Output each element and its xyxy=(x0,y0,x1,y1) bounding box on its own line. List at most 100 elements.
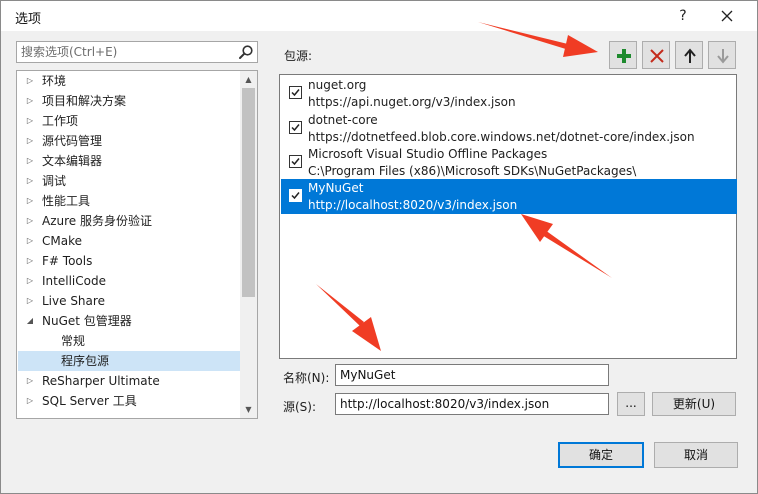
checkbox-check-icon xyxy=(291,192,300,200)
move-down-icon xyxy=(717,49,729,64)
enabled-checkbox[interactable] xyxy=(289,121,302,134)
expand-arrow-icon[interactable]: ▷ xyxy=(25,111,35,131)
tree-item-label: 性能工具 xyxy=(42,194,91,208)
expand-arrow-icon[interactable]: ▷ xyxy=(25,91,35,111)
tree-item-debugging[interactable]: ▷ 调试 xyxy=(18,171,240,191)
expand-arrow-icon[interactable]: ▷ xyxy=(25,231,35,251)
tree-item-projects-solutions[interactable]: ▷ 项目和解决方案 xyxy=(18,91,240,111)
source-url: https://dotnetfeed.blob.core.windows.net… xyxy=(308,130,695,144)
scrollbar-thumb[interactable] xyxy=(242,88,255,297)
collapse-arrow-icon[interactable]: ◢ xyxy=(25,311,35,331)
expand-arrow-icon[interactable]: ▷ xyxy=(25,171,35,191)
cancel-button[interactable]: 取消 xyxy=(654,442,738,468)
search-input[interactable] xyxy=(17,42,235,62)
search-box[interactable] xyxy=(16,41,258,63)
checkbox-check-icon xyxy=(291,124,300,132)
tree-item-label: 文本编辑器 xyxy=(42,154,103,168)
enabled-checkbox[interactable] xyxy=(289,189,302,202)
tree-item-azure-auth[interactable]: ▷ Azure 服务身份验证 xyxy=(18,211,240,231)
source-name: dotnet-core xyxy=(308,113,378,127)
enabled-checkbox[interactable] xyxy=(289,86,302,99)
tree-item-general[interactable]: 常规 xyxy=(18,331,240,351)
options-tree[interactable]: ▷ 环境 ▷ 项目和解决方案 ▷ 工作项 ▷ 源代码管理 ▷ 文本编辑器 ▷ 调… xyxy=(16,70,258,419)
close-button[interactable] xyxy=(715,5,739,27)
checkbox-check-icon xyxy=(291,89,300,97)
checkbox-check-icon xyxy=(291,158,300,166)
tree-item-label: ReSharper Ultimate xyxy=(42,374,160,388)
expand-arrow-icon[interactable]: ▷ xyxy=(25,391,35,411)
name-field[interactable] xyxy=(335,364,609,386)
tree-item-intellicode[interactable]: ▷ IntelliCode xyxy=(18,271,240,291)
tree-item-label: CMake xyxy=(42,234,82,248)
package-source-list[interactable]: nuget.org https://api.nuget.org/v3/index… xyxy=(279,74,737,359)
tree-item-work-items[interactable]: ▷ 工作项 xyxy=(18,111,240,131)
source-name: nuget.org xyxy=(308,78,367,92)
update-button[interactable]: 更新(U) xyxy=(652,392,736,416)
expand-arrow-icon[interactable]: ▷ xyxy=(25,211,35,231)
package-source-item-selected[interactable]: MyNuGet http://localhost:8020/v3/index.j… xyxy=(281,179,737,214)
scroll-down-icon[interactable]: ▼ xyxy=(240,401,257,418)
browse-button[interactable]: ... xyxy=(617,392,645,416)
remove-source-button[interactable] xyxy=(642,41,670,69)
source-label: 源(S): xyxy=(283,400,317,414)
expand-arrow-icon[interactable]: ▷ xyxy=(25,291,35,311)
package-source-item[interactable]: dotnet-core https://dotnetfeed.blob.core… xyxy=(281,111,737,146)
name-label: 名称(N): xyxy=(283,371,330,385)
source-name: MyNuGet xyxy=(308,181,364,195)
expand-arrow-icon[interactable]: ▷ xyxy=(25,271,35,291)
tree-item-label: 程序包源 xyxy=(61,354,110,368)
tree-item-label: 源代码管理 xyxy=(42,134,103,148)
ok-button[interactable]: 确定 xyxy=(558,442,644,468)
source-name: Microsoft Visual Studio Offline Packages xyxy=(308,147,548,161)
tree-item-label: IntelliCode xyxy=(42,274,106,288)
source-input[interactable] xyxy=(336,394,608,414)
tree-item-label: 工作项 xyxy=(42,114,79,128)
package-source-item[interactable]: nuget.org https://api.nuget.org/v3/index… xyxy=(281,76,737,111)
source-url: C:\Program Files (x86)\Microsoft SDKs\Nu… xyxy=(308,164,637,178)
scroll-up-icon[interactable]: ▲ xyxy=(240,71,257,88)
tree-scrollbar[interactable]: ▲ ▼ xyxy=(240,71,257,418)
expand-arrow-icon[interactable]: ▷ xyxy=(25,371,35,391)
tree-item-fsharp-tools[interactable]: ▷ F# Tools xyxy=(18,251,240,271)
name-input[interactable] xyxy=(336,365,608,385)
window-title: 选项 xyxy=(15,12,42,27)
add-icon xyxy=(617,49,631,63)
tree-item-live-share[interactable]: ▷ Live Share xyxy=(18,291,240,311)
tree-item-label: Live Share xyxy=(42,294,105,308)
expand-arrow-icon[interactable]: ▷ xyxy=(25,251,35,271)
add-source-button[interactable] xyxy=(609,41,637,69)
source-url: https://api.nuget.org/v3/index.json xyxy=(308,95,516,109)
tree-item-label: 常规 xyxy=(61,334,86,348)
remove-icon xyxy=(650,49,664,63)
tree-item-nuget-package-manager[interactable]: ◢ NuGet 包管理器 xyxy=(18,311,240,331)
close-icon xyxy=(721,10,733,22)
expand-arrow-icon[interactable]: ▷ xyxy=(25,71,35,91)
enabled-checkbox[interactable] xyxy=(289,155,302,168)
tree-item-environment[interactable]: ▷ 环境 xyxy=(18,71,240,91)
help-button[interactable]: ? xyxy=(671,5,695,27)
tree-item-package-sources[interactable]: 程序包源 xyxy=(18,351,240,371)
tree-item-label: 项目和解决方案 xyxy=(42,94,127,108)
tree-item-label: 调试 xyxy=(42,174,67,188)
package-source-item[interactable]: Microsoft Visual Studio Offline Packages… xyxy=(281,145,737,180)
move-up-icon xyxy=(684,48,696,63)
tree-item-label: SQL Server 工具 xyxy=(42,394,137,408)
tree-item-cmake[interactable]: ▷ CMake xyxy=(18,231,240,251)
source-url: http://localhost:8020/v3/index.json xyxy=(308,198,518,212)
options-dialog: 选项 ? ▷ 环境 ▷ 项目和解决方案 ▷ 工作项 ▷ 源代码管理 xyxy=(0,0,758,494)
search-icon[interactable] xyxy=(238,44,254,60)
move-down-button[interactable] xyxy=(708,41,736,69)
expand-arrow-icon[interactable]: ▷ xyxy=(25,151,35,171)
tree-item-resharper[interactable]: ▷ ReSharper Ultimate xyxy=(18,371,240,391)
expand-arrow-icon[interactable]: ▷ xyxy=(25,131,35,151)
tree-item-sql-server-tools[interactable]: ▷ SQL Server 工具 xyxy=(18,391,240,411)
tree-item-source-control[interactable]: ▷ 源代码管理 xyxy=(18,131,240,151)
title-bar: 选项 ? xyxy=(1,1,757,31)
tree-item-label: Azure 服务身份验证 xyxy=(42,214,152,228)
move-up-button[interactable] xyxy=(675,41,703,69)
source-field[interactable] xyxy=(335,393,609,415)
tree-item-text-editor[interactable]: ▷ 文本编辑器 xyxy=(18,151,240,171)
expand-arrow-icon[interactable]: ▷ xyxy=(25,191,35,211)
package-sources-label: 包源: xyxy=(284,49,313,63)
tree-item-performance-tools[interactable]: ▷ 性能工具 xyxy=(18,191,240,211)
